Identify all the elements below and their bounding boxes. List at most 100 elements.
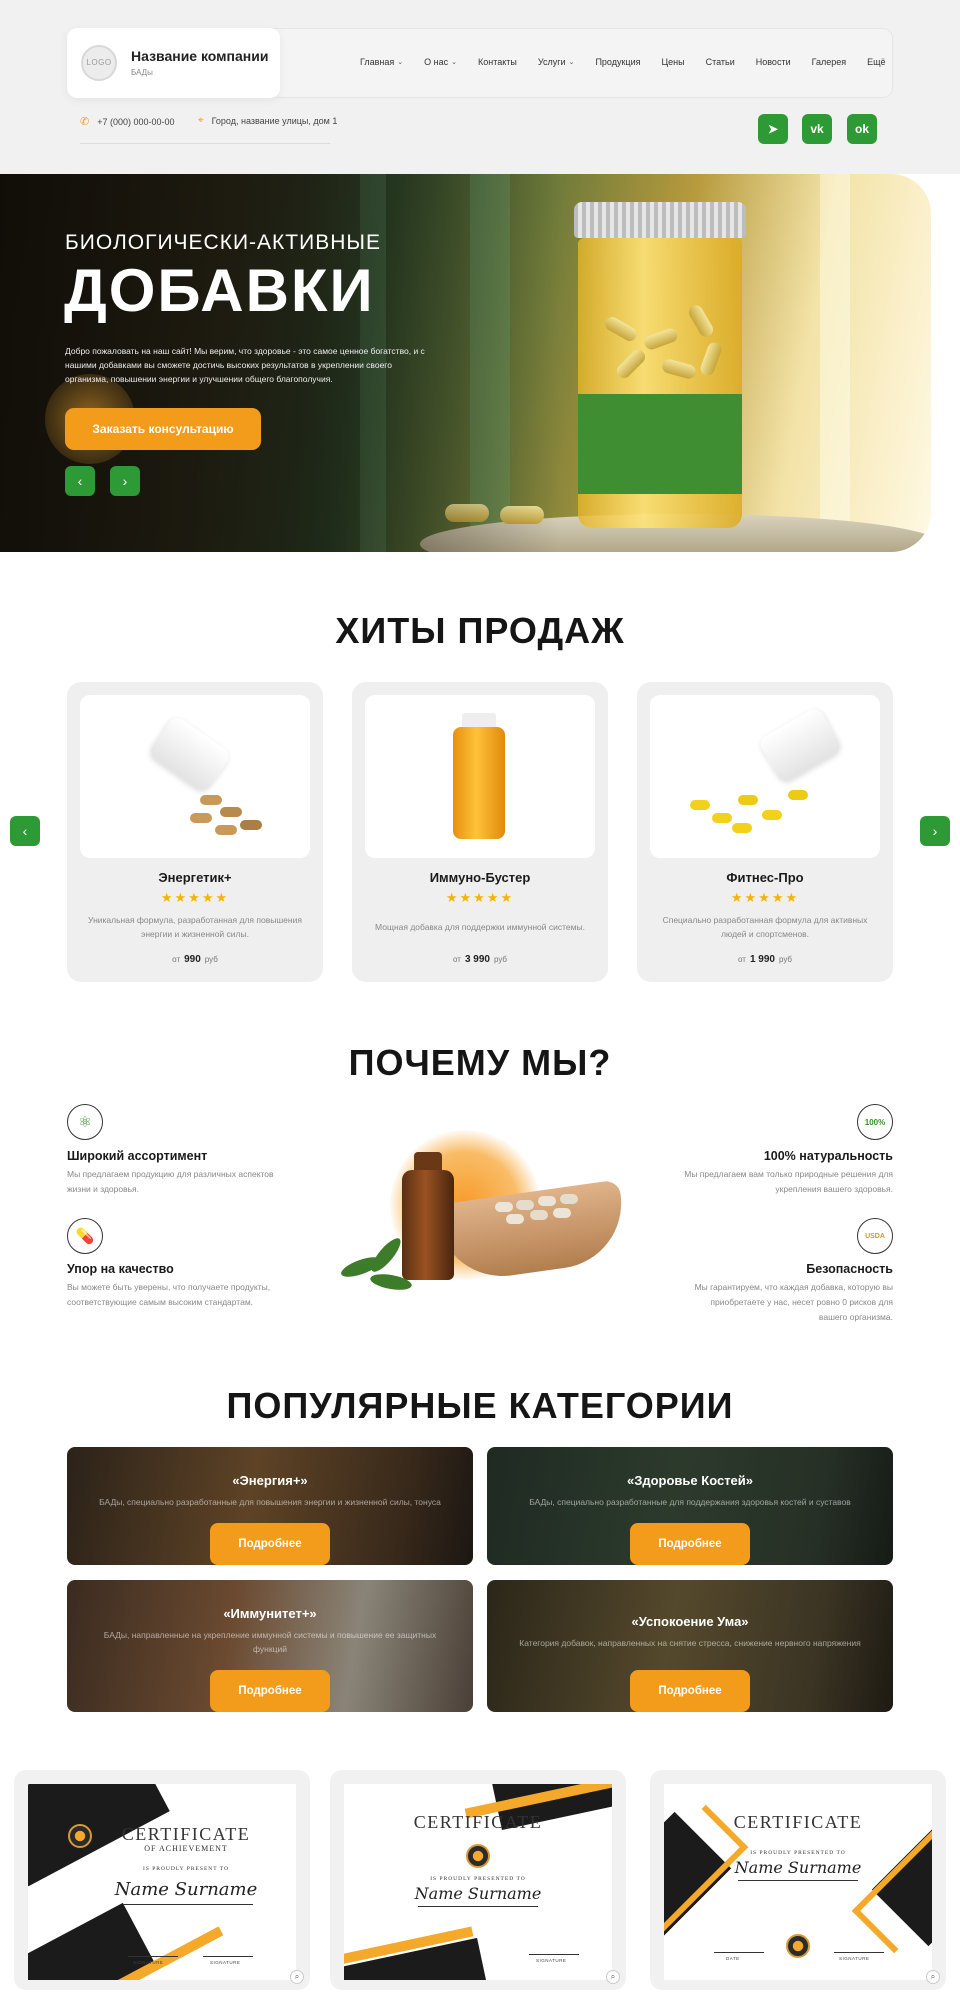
category-text: БАДы, направленные на укрепление иммунно… xyxy=(103,1630,437,1654)
address-contact: ⌖ Город, название улицы, дом 1 xyxy=(198,115,337,126)
consultation-button[interactable]: Заказать консультацию xyxy=(65,408,261,450)
supplement-jar-image xyxy=(574,202,746,528)
nav-item-about[interactable]: О нас ⌄ xyxy=(424,57,457,67)
category-card[interactable]: «Иммунитет+» БАДы, направленные на укреп… xyxy=(67,1580,473,1712)
location-pin-icon: ⌖ xyxy=(198,115,204,126)
hero-title: ДОБАВКИ xyxy=(64,257,375,324)
chevron-down-icon: ⌄ xyxy=(568,59,575,66)
chevron-right-icon: › xyxy=(932,823,938,839)
product-card[interactable]: Фитнес-Про ★★★★★ Специально разработанна… xyxy=(637,682,893,982)
certificate-card[interactable]: CERTIFICATE IS PROUDLY PRESENTED TO Name… xyxy=(330,1770,626,1990)
chevron-down-icon: ⌄ xyxy=(451,59,457,66)
feature-text: Мы гарантируем, что каждая добавка, кото… xyxy=(694,1282,893,1322)
star-rating-icon: ★★★★★ xyxy=(445,890,515,905)
category-card[interactable]: «Энергия+» БАДы, специально разработанны… xyxy=(67,1447,473,1565)
nav-item-services[interactable]: Услуги ⌄ xyxy=(538,57,575,67)
categories-title: ПОПУЛЯРНЫЕ КАТЕГОРИИ xyxy=(226,1385,734,1426)
certificate-image: CERTIFICATE IS PROUDLY PRESENTED TO Name… xyxy=(344,1784,612,1980)
details-button[interactable]: Подробнее xyxy=(210,1670,330,1712)
product-description: Мощная добавка для поддержки иммунной си… xyxy=(375,922,585,932)
odnoklassniki-icon[interactable]: ok xyxy=(847,114,877,144)
product-price: от 1 990 руб xyxy=(738,954,792,965)
natural-badge-icon: 100% xyxy=(857,1104,893,1140)
product-price: от 990 руб xyxy=(172,954,218,965)
vk-icon[interactable]: vk xyxy=(802,114,832,144)
hero-prev-button[interactable]: ‹ xyxy=(65,466,95,496)
phone-number: +7 (000) 000-00-00 xyxy=(97,116,175,127)
product-name: Иммуно-Бустер xyxy=(429,870,531,885)
category-title: «Иммунитет+» xyxy=(223,1606,317,1621)
molecule-icon: ⚛ xyxy=(67,1104,103,1140)
feature-title: Безопасность xyxy=(806,1262,893,1276)
certificate-image: CERTIFICATE IS PROUDLY PRESENTED TO Name… xyxy=(664,1784,932,1980)
product-image xyxy=(365,695,595,858)
nav-item-prices[interactable]: Цены xyxy=(661,57,684,67)
company-subtitle: БАДы xyxy=(131,68,153,77)
zoom-icon[interactable]: ⌕ xyxy=(606,1970,620,1984)
feature-title: Широкий ассортимент xyxy=(67,1149,208,1163)
carousel-next-button[interactable]: › xyxy=(920,816,950,846)
product-card[interactable]: Энергетик+ ★★★★★ Уникальная формула, раз… xyxy=(67,682,323,982)
hero-description: Добро пожаловать на наш сайт! Мы верим, … xyxy=(65,346,425,384)
divider xyxy=(80,143,330,144)
feature-text: Мы предлагаем вам только природные решен… xyxy=(684,1169,893,1194)
star-rating-icon: ★★★★★ xyxy=(730,890,800,905)
product-name: Энергетик+ xyxy=(158,870,232,885)
category-text: БАДы, специально разработанные для подде… xyxy=(529,1497,851,1507)
telegram-icon[interactable]: ➤ xyxy=(758,114,788,144)
pill-icon: 💊 xyxy=(67,1218,103,1254)
category-title: «Здоровье Костей» xyxy=(626,1473,754,1488)
nav-item-gallery[interactable]: Галерея xyxy=(812,57,847,67)
category-text: БАДы, специально разработанные для повыш… xyxy=(99,1497,441,1507)
phone-contact[interactable]: ✆ +7 (000) 000-00-00 xyxy=(80,115,175,128)
star-rating-icon: ★★★★★ xyxy=(160,890,230,905)
product-description: Уникальная формула, разработанная для по… xyxy=(88,915,302,939)
why-title: ПОЧЕМУ МЫ? xyxy=(348,1042,612,1083)
chevron-left-icon: ‹ xyxy=(22,823,28,839)
carousel-prev-button[interactable]: ‹ xyxy=(10,816,40,846)
product-description: Специально разработанная формула для акт… xyxy=(662,915,868,939)
usda-organic-icon: USDA xyxy=(857,1218,893,1254)
category-title: «Успокоение Ума» xyxy=(631,1614,749,1629)
nav-item-articles[interactable]: Статьи xyxy=(706,57,735,67)
chevron-down-icon: ⌄ xyxy=(397,59,404,66)
chevron-right-icon: › xyxy=(122,473,128,489)
nav-item-home[interactable]: Главная ⌄ xyxy=(360,57,403,67)
main-nav: Главная ⌄ О нас ⌄ Контакты Услуги ⌄ Продукц… xyxy=(360,57,907,67)
details-button[interactable]: Подробнее xyxy=(630,1670,750,1712)
logo-card[interactable]: LOGO Название компании БАДы xyxy=(67,28,280,98)
nav-item-products[interactable]: Продукция xyxy=(595,57,640,67)
details-button[interactable]: Подробнее xyxy=(630,1523,750,1565)
category-title: «Энергия+» xyxy=(232,1473,308,1488)
zoom-icon[interactable]: ⌕ xyxy=(290,1970,304,1984)
product-image xyxy=(650,695,880,858)
address-text: Город, название улицы, дом 1 xyxy=(211,115,338,126)
product-card[interactable]: Иммуно-Бустер ★★★★★ Мощная добавка для п… xyxy=(352,682,608,982)
feature-text: Вы можете быть уверены, что получаете пр… xyxy=(67,1282,271,1307)
nav-item-contacts[interactable]: Контакты xyxy=(478,57,517,67)
supplements-illustration xyxy=(320,1130,640,1320)
phone-icon: ✆ xyxy=(80,116,90,128)
logo: LOGO xyxy=(81,45,117,81)
hits-title: ХИТЫ ПРОДАЖ xyxy=(335,610,625,651)
certificate-image: CERTIFICATE OF ACHIEVEMENT IS PROUDLY PR… xyxy=(28,1784,296,1980)
nav-item-more[interactable]: Ещё xyxy=(867,57,885,67)
nav-item-news[interactable]: Новости xyxy=(756,57,791,67)
company-name: Название компании xyxy=(131,48,269,64)
product-name: Фитнес-Про xyxy=(726,870,804,885)
certificate-card[interactable]: CERTIFICATE OF ACHIEVEMENT IS PROUDLY PR… xyxy=(14,1770,310,1990)
chevron-left-icon: ‹ xyxy=(77,473,83,489)
category-text: Категория добавок, направленных на сняти… xyxy=(519,1638,861,1648)
product-price: от 3 990 руб xyxy=(453,954,507,965)
hero-next-button[interactable]: › xyxy=(110,466,140,496)
category-card[interactable]: «Успокоение Ума» Категория добавок, напр… xyxy=(487,1580,893,1712)
zoom-icon[interactable]: ⌕ xyxy=(926,1970,940,1984)
details-button[interactable]: Подробнее xyxy=(210,1523,330,1565)
feature-title: Упор на качество xyxy=(67,1262,174,1276)
certificate-card[interactable]: CERTIFICATE IS PROUDLY PRESENTED TO Name… xyxy=(650,1770,946,1990)
feature-text: Мы предлагаем продукцию для различных ас… xyxy=(67,1169,274,1194)
product-image xyxy=(80,695,310,858)
hero-subtitle: БИОЛОГИЧЕСКИ-АКТИВНЫЕ xyxy=(65,231,381,254)
category-card[interactable]: «Здоровье Костей» БАДы, специально разра… xyxy=(487,1447,893,1565)
feature-title: 100% натуральность xyxy=(763,1149,893,1163)
